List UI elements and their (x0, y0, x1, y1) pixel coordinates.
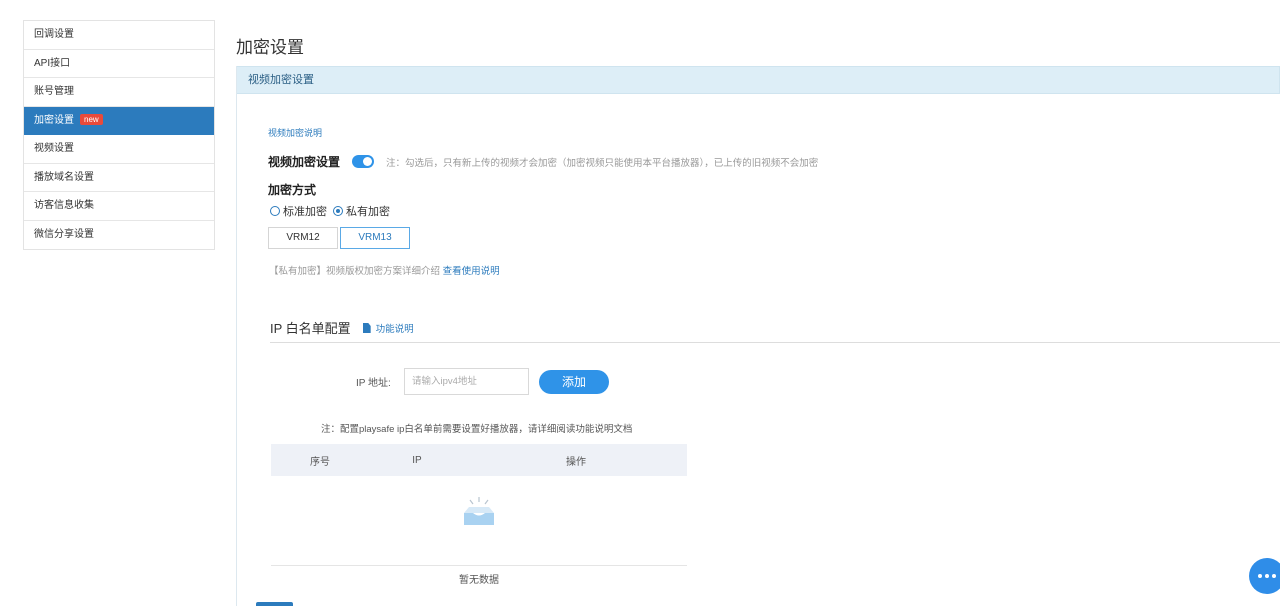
chat-dot (1272, 574, 1276, 578)
sidebar-item-label: API接口 (34, 57, 71, 69)
add-ip-button[interactable]: 添加 (539, 369, 609, 394)
radio-private[interactable]: 私有加密 (333, 203, 390, 219)
encryption-mode-radios: 标准加密 私有加密 (270, 203, 396, 219)
column-header-actions: 操作 (566, 456, 586, 468)
encryption-label: 视频加密设置 (268, 155, 341, 169)
encryption-toggle-row: 视频加密设置 注：勾选后，只有新上传的视频才会加密（加密视频只能使用本平台播放器… (268, 153, 818, 170)
vrm-usage-link[interactable]: 查看使用说明 (443, 266, 500, 277)
save-button[interactable] (256, 602, 293, 606)
ip-form: IP 地址: 请输入ipv4地址 添加 (356, 368, 609, 395)
sidebar-item-callback[interactable]: 回调设置 (24, 21, 214, 50)
ip-help-link[interactable]: 功能说明 (362, 321, 414, 335)
sidebar-item-label: 回调设置 (34, 29, 74, 40)
sidebar-item-label: 账号管理 (34, 86, 74, 97)
panel-header: 视频加密设置 (237, 66, 1280, 94)
tab-vrm13[interactable]: VRM13 (340, 227, 410, 249)
ip-table-header: 序号 IP 操作 (271, 444, 687, 476)
sidebar-item-encryption[interactable]: 加密设置 new (24, 106, 214, 135)
ip-whitelist-note: 注：配置playsafe ip白名单前需要设置好播放器，请详细阅读功能说明文档 (321, 424, 633, 435)
sidebar-item-api[interactable]: API接口 (24, 50, 214, 78)
vrm-note: 【私有加密】视频版权加密方案详细介绍 查看使用说明 (269, 263, 500, 277)
new-badge: new (80, 113, 103, 125)
column-header-ip: IP (412, 454, 422, 466)
ip-address-label: IP 地址: (356, 378, 391, 389)
settings-sidebar: 回调设置 API接口 账号管理 加密设置 new 视频设置 播放域名设置 访客信息… (23, 20, 215, 250)
vrm-tabs: VRM12 VRM13 (268, 227, 412, 249)
ip-whitelist-header: IP 白名单配置 功能说明 (270, 318, 1280, 343)
radio-standard[interactable]: 标准加密 (270, 203, 327, 219)
chat-dot (1258, 574, 1262, 578)
chat-icon[interactable] (1249, 558, 1280, 594)
vrm-note-text: 【私有加密】视频版权加密方案详细介绍 (269, 266, 441, 277)
encryption-explain-link[interactable]: 视频加密说明 (268, 126, 322, 139)
ip-table-empty: 暂无数据 (271, 476, 687, 586)
encryption-toggle[interactable] (352, 155, 375, 168)
sidebar-item-label: 加密设置 (34, 114, 74, 126)
radio-circle-icon[interactable] (270, 206, 280, 216)
column-header-index: 序号 (310, 456, 330, 468)
sidebar-item-wechat-share[interactable]: 微信分享设置 (24, 221, 214, 250)
sidebar-item-video[interactable]: 视频设置 (24, 135, 214, 164)
sidebar-item-label: 微信分享设置 (34, 228, 94, 240)
document-icon (362, 323, 371, 333)
tab-vrm12[interactable]: VRM12 (268, 227, 338, 249)
ip-whitelist-title: IP 白名单配置 (270, 321, 351, 336)
sidebar-item-play-domain[interactable]: 播放域名设置 (24, 164, 214, 192)
encryption-note: 注：勾选后，只有新上传的视频才会加密（加密视频只能使用本平台播放器），已上传的旧… (386, 157, 819, 169)
sidebar-item-label: 视频设置 (34, 143, 74, 154)
empty-text: 暂无数据 (459, 575, 499, 586)
page-title: 加密设置 (236, 38, 304, 57)
empty-box-icon (464, 497, 494, 525)
ip-table: 序号 IP 操作 暂无数据 (271, 444, 687, 586)
ip-address-input[interactable]: 请输入ipv4地址 (404, 368, 529, 395)
sidebar-item-account[interactable]: 账号管理 (24, 78, 214, 107)
sidebar-item-label: 访客信息收集 (34, 200, 94, 211)
chat-dot (1265, 574, 1269, 578)
radio-checked-icon[interactable] (333, 206, 343, 216)
encryption-mode-title: 加密方式 (268, 183, 317, 197)
sidebar-item-label: 播放域名设置 (34, 171, 94, 183)
ip-help-label: 功能说明 (375, 324, 414, 335)
radio-label: 标准加密 (283, 206, 327, 218)
sidebar-item-visitor-info[interactable]: 访客信息收集 (24, 192, 214, 221)
radio-label: 私有加密 (346, 206, 390, 218)
toggle-knob (363, 157, 373, 166)
